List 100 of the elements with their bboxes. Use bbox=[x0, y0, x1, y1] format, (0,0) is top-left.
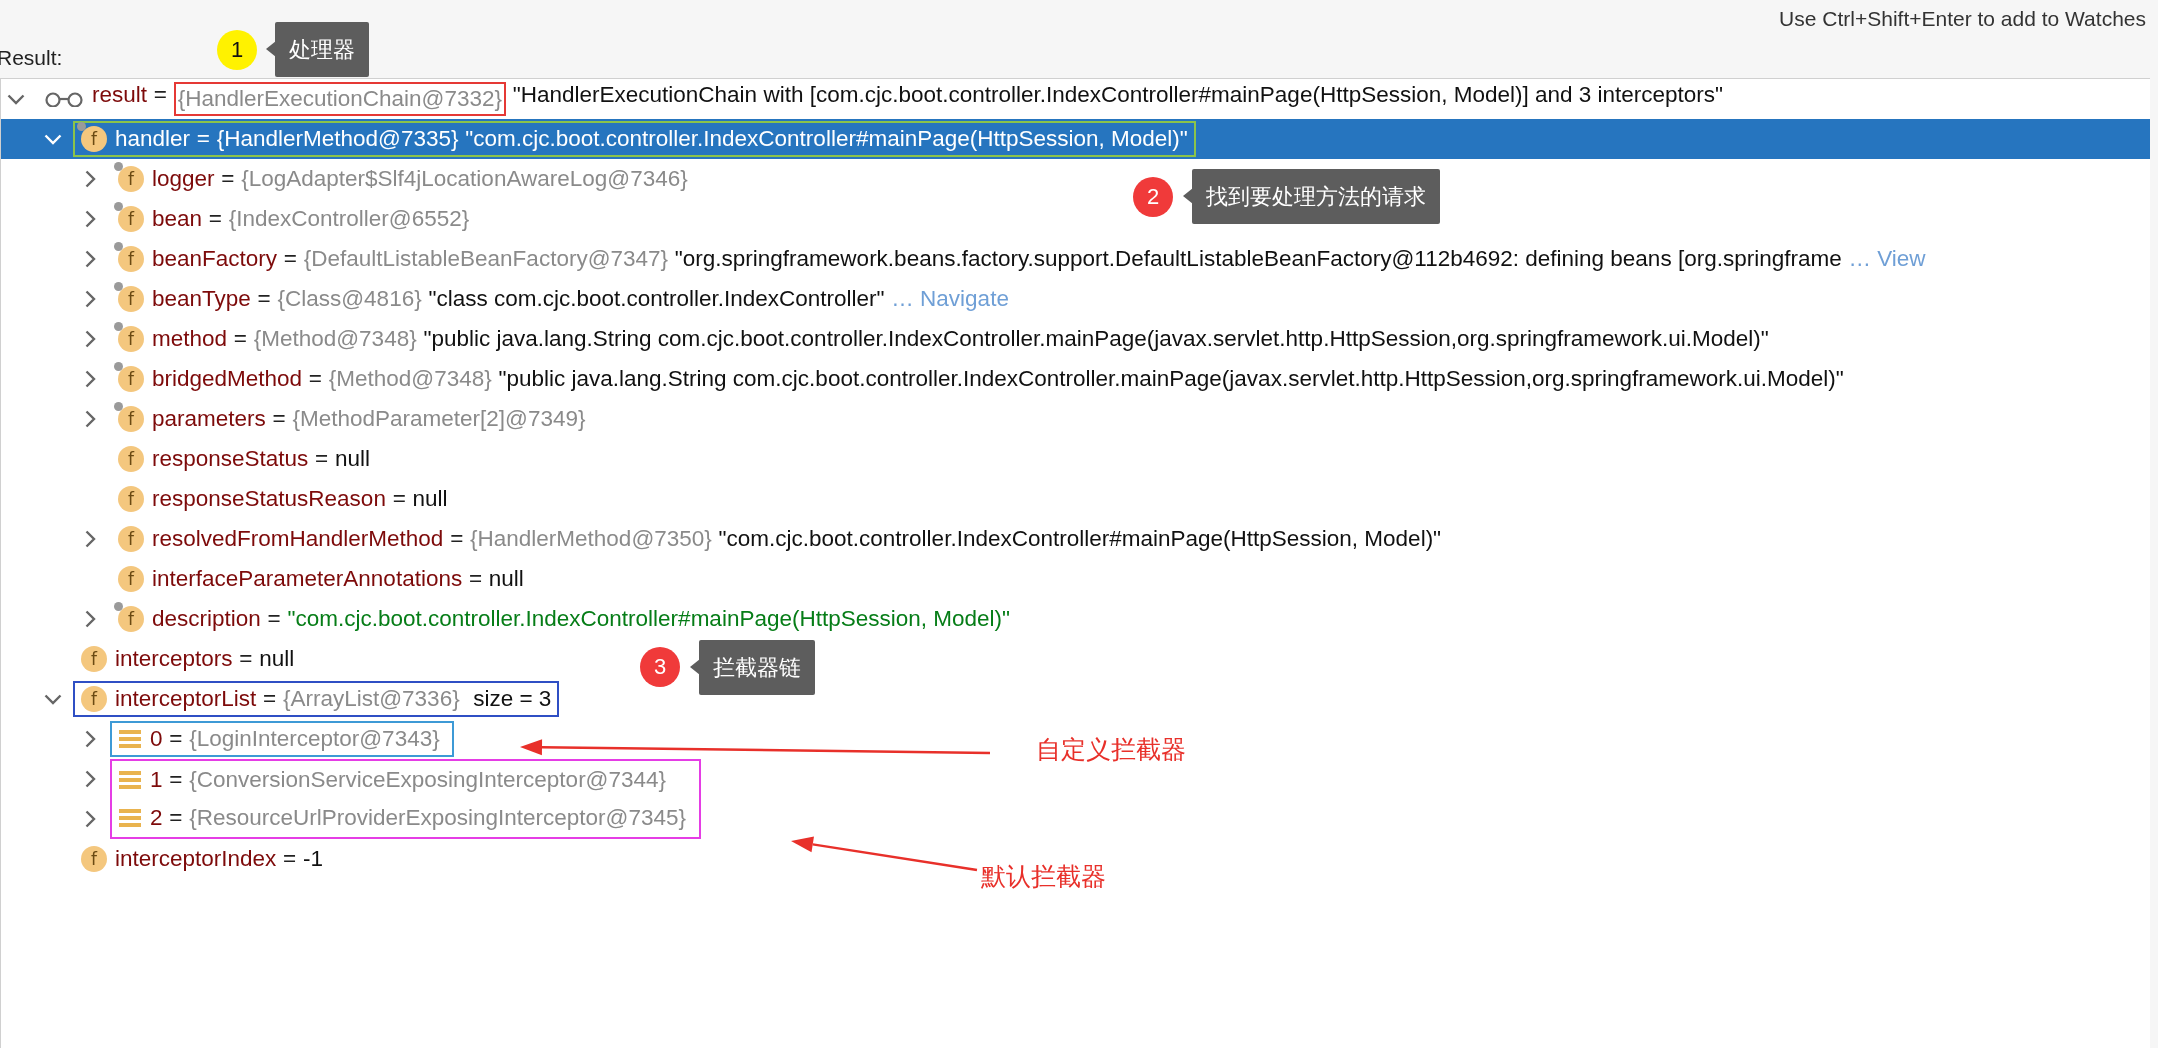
watches-hint: Use Ctrl+Shift+Enter to add to Watches bbox=[1779, 7, 2146, 31]
variable-name: 0 bbox=[150, 726, 163, 752]
equals-sign: = bbox=[239, 646, 253, 672]
callout-label: 找到要处理方法的请求 bbox=[1192, 169, 1440, 224]
expand-chevron-icon[interactable] bbox=[84, 290, 96, 308]
equals-sign: = bbox=[221, 166, 235, 192]
variable-value: "com.cjc.boot.controller.IndexController#mainPage(HttpSession, Model)" bbox=[287, 606, 1010, 632]
variable-name: 1 bbox=[150, 767, 163, 793]
list-element-icon bbox=[118, 808, 142, 828]
expand-chevron-icon[interactable] bbox=[84, 770, 96, 788]
variable-name: beanFactory bbox=[152, 246, 278, 272]
object-type: {LoginInterceptor@7343} bbox=[189, 726, 440, 752]
object-type: {DefaultListableBeanFactory@7347} bbox=[303, 246, 669, 272]
variable-name: handler bbox=[115, 126, 191, 152]
equals-sign: = bbox=[169, 726, 183, 752]
variable-name: bean bbox=[152, 206, 203, 232]
expand-chevron-icon[interactable] bbox=[84, 330, 96, 348]
equals-sign: = bbox=[267, 606, 281, 632]
equals-sign: = bbox=[263, 686, 277, 712]
object-type: {ArrayList@7336} bbox=[282, 686, 460, 712]
expand-chevron-icon[interactable] bbox=[84, 250, 96, 268]
equals-sign: = bbox=[283, 246, 297, 272]
variable-value: "com.cjc.boot.controller.IndexController#mainPage(HttpSession, Model)" bbox=[465, 126, 1188, 152]
collapse-chevron-icon[interactable] bbox=[7, 93, 25, 105]
object-type: {HandlerMethod@7350} bbox=[470, 526, 712, 552]
field-icon: f bbox=[118, 566, 144, 592]
variable-value: null bbox=[335, 446, 371, 472]
expand-chevron-icon[interactable] bbox=[84, 610, 96, 628]
variable-value: -1 bbox=[303, 846, 323, 872]
variable-value: "public java.lang.String com.cjc.boot.controller.IndexController.mainPage(javax.servlet.http.HttpSession,org.springframework.ui.Model)" bbox=[498, 366, 1844, 392]
variable-value: "class com.cjc.boot.controller.IndexController" bbox=[428, 286, 885, 312]
variable-name: interfaceParameterAnnotations bbox=[152, 566, 463, 592]
equals-sign: = bbox=[153, 82, 167, 109]
variable-name: parameters bbox=[152, 406, 266, 432]
object-type: {HandlerExecutionChain@7332} bbox=[173, 82, 506, 116]
variable-value: size = 3 bbox=[473, 686, 552, 712]
field-icon: f bbox=[118, 486, 144, 512]
variable-value: "com.cjc.boot.controller.IndexController#mainPage(HttpSession, Model)" bbox=[718, 526, 1442, 552]
equals-sign: = bbox=[272, 406, 286, 432]
equals-sign: = bbox=[208, 206, 222, 232]
variable-name: interceptorList bbox=[115, 686, 257, 712]
equals-sign: = bbox=[257, 286, 271, 312]
glasses-icon bbox=[44, 91, 84, 107]
annotation-note: 默认拦截器 bbox=[981, 861, 1106, 892]
object-type: {MethodParameter[2]@7349} bbox=[292, 406, 586, 432]
annotation-note: 自定义拦截器 bbox=[1036, 734, 1186, 765]
object-type: {Method@7348} bbox=[253, 326, 417, 352]
value-link[interactable]: … Navigate bbox=[891, 286, 1009, 312]
expand-chevron-icon[interactable] bbox=[84, 410, 96, 428]
variable-name: bridgedMethod bbox=[152, 366, 303, 392]
equals-sign: = bbox=[468, 566, 483, 592]
list-element-icon bbox=[118, 770, 142, 790]
object-type: {HandlerMethod@7335} bbox=[216, 126, 459, 152]
step-number: 1 bbox=[217, 30, 257, 70]
expand-chevron-icon[interactable] bbox=[84, 530, 96, 548]
field-icon: f bbox=[118, 526, 144, 552]
field-icon: f bbox=[81, 646, 107, 672]
equals-sign: = bbox=[392, 486, 406, 512]
callout-label: 处理器 bbox=[275, 22, 369, 77]
object-type: {Class@4816} bbox=[277, 286, 422, 312]
variable-name: 2 bbox=[150, 805, 163, 831]
field-icon: f bbox=[81, 686, 107, 712]
variable-name: logger bbox=[152, 166, 215, 192]
equals-sign: = bbox=[308, 366, 322, 392]
collapse-chevron-icon[interactable] bbox=[44, 693, 62, 705]
variable-value: null bbox=[259, 646, 295, 672]
equals-sign: = bbox=[196, 126, 210, 152]
expand-chevron-icon[interactable] bbox=[84, 730, 96, 748]
value-link[interactable]: … View bbox=[1848, 246, 1926, 272]
variable-name: responseStatus bbox=[152, 446, 309, 472]
equals-sign: = bbox=[450, 526, 464, 552]
expand-chevron-icon[interactable] bbox=[84, 810, 96, 828]
expand-chevron-icon[interactable] bbox=[84, 370, 96, 388]
equals-sign: = bbox=[169, 767, 183, 793]
equals-sign: = bbox=[233, 326, 247, 352]
object-type: {ConversionServiceExposingInterceptor@7344} bbox=[189, 767, 667, 793]
variable-value: "org.springframework.beans.factory.support.DefaultListableBeanFactory@112b4692: defining beans [org.springframe bbox=[674, 246, 1842, 272]
variable-name: beanType bbox=[152, 286, 251, 312]
variable-name: interceptors bbox=[115, 646, 233, 672]
equals-sign: = bbox=[315, 446, 329, 472]
variable-name: resolvedFromHandlerMethod bbox=[152, 526, 444, 552]
expand-chevron-icon[interactable] bbox=[84, 210, 96, 228]
expand-chevron-icon[interactable] bbox=[84, 170, 96, 188]
object-type: {ResourceUrlProviderExposingInterceptor@7345} bbox=[189, 805, 686, 831]
field-icon: f bbox=[118, 446, 144, 472]
equals-sign: = bbox=[283, 846, 297, 872]
selected-tree-row[interactable]: f handler = {HandlerMethod@7335} "com.cjc.boot.controller.IndexController#mainPage(HttpSession, Model)" bbox=[1, 119, 2150, 159]
variable-name: responseStatusReason bbox=[152, 486, 386, 512]
variable-value: "public java.lang.String com.cjc.boot.controller.IndexController.mainPage(javax.servlet.http.HttpSession,org.springframework.ui.Model)" bbox=[423, 326, 1769, 352]
callout-label: 拦截器链 bbox=[699, 640, 815, 695]
object-type: {Method@7348} bbox=[328, 366, 492, 392]
variable-name: description bbox=[152, 606, 261, 632]
variable-value: "HandlerExecutionChain with [com.cjc.boot.controller.IndexController#mainPage(HttpSession, Model)] and 3 interceptors" bbox=[512, 82, 1724, 109]
variable-value: null bbox=[412, 486, 448, 512]
equals-sign: = bbox=[169, 805, 183, 831]
variable-value: null bbox=[488, 566, 524, 592]
field-icon: f bbox=[81, 846, 107, 872]
variable-name: interceptorIndex bbox=[115, 846, 277, 872]
list-element-icon bbox=[118, 729, 142, 749]
variable-name: method bbox=[152, 326, 228, 352]
